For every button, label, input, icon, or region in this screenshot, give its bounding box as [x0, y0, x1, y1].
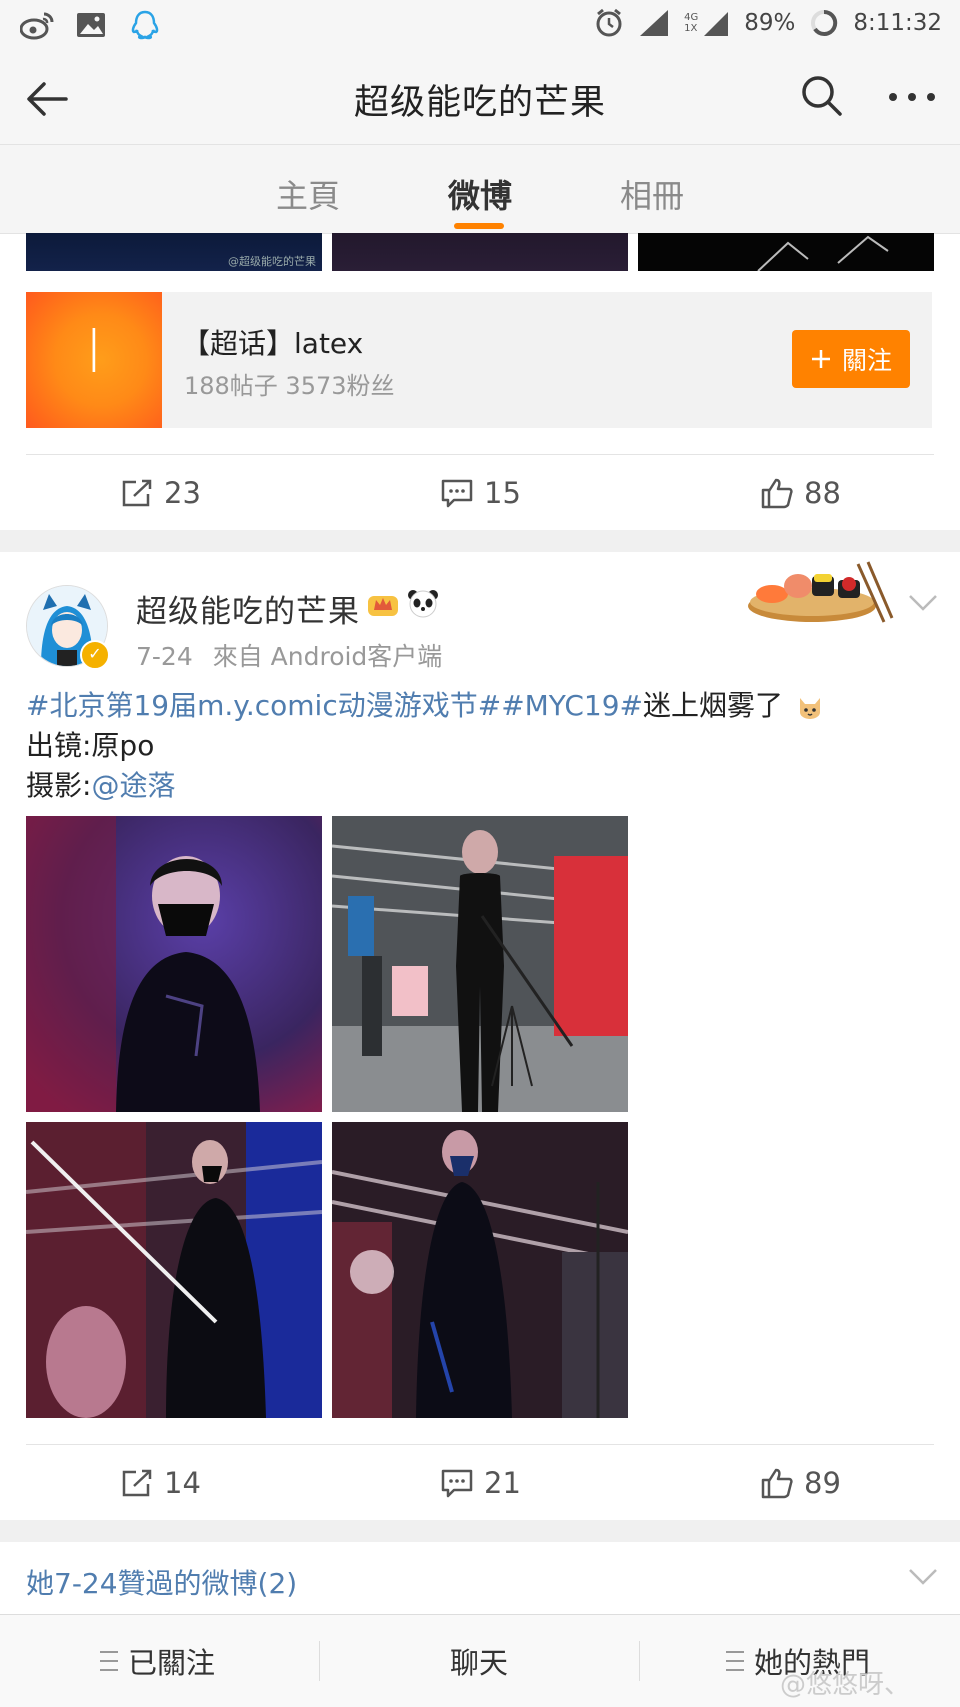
clock: 8:11:32 [853, 10, 942, 36]
profile-tabs: 主頁 微博 相冊 [0, 144, 960, 234]
photo-image [332, 816, 628, 1112]
active-tab-indicator [454, 223, 504, 229]
thumbs-up-icon [761, 478, 793, 509]
post-photo[interactable] [26, 1122, 322, 1418]
post-date: 7-24 [136, 642, 193, 671]
supertopic-name: 【超话】latex [182, 327, 364, 360]
hashtag-link[interactable]: #北京第19届m.y.comic动漫游戏节# [26, 689, 501, 722]
signal-icon [640, 10, 669, 36]
plus-icon [811, 350, 830, 368]
network-type-label: 4G [684, 12, 699, 23]
mention-link[interactable]: @途落 [91, 769, 175, 802]
weibo-icon [20, 12, 54, 40]
post-photo[interactable] [332, 1122, 628, 1418]
comment-button[interactable]: 15 [440, 458, 521, 528]
comment-icon [441, 479, 473, 508]
author-badges [366, 588, 440, 618]
feed-separator [0, 1520, 960, 1542]
repost-count: 14 [164, 1466, 201, 1500]
verified-badge-icon: ✓ [80, 640, 110, 670]
image-content [757, 235, 889, 272]
post-author-name[interactable]: 超级能吃的芒果 [136, 586, 360, 631]
post-image-thumbnail[interactable]: @超级能吃的芒果 [26, 233, 322, 271]
cat-emoji-icon [799, 698, 820, 719]
gallery-icon [77, 13, 105, 37]
photo-image [26, 1122, 322, 1418]
more-options-icon[interactable] [886, 90, 938, 104]
divider [26, 1444, 934, 1445]
post-meta: 7-24 來自 Android客户端 [136, 637, 442, 673]
post-image-thumbnail[interactable] [332, 233, 628, 271]
sushi-decoration-icon [748, 561, 894, 623]
qq-icon [131, 10, 159, 40]
post-source: 來自 Android客户端 [212, 642, 443, 671]
chat-button[interactable]: 聊天 [450, 1615, 508, 1707]
repost-button[interactable]: 23 [120, 458, 201, 528]
battery-percent: 89% [744, 10, 796, 36]
follow-button[interactable]: 關注 [792, 330, 910, 388]
chat-label: 聊天 [450, 1646, 509, 1680]
menu-icon [100, 1651, 118, 1671]
supertopic-card[interactable]: l 【超话】latex 188帖子 3573粉丝 關注 [26, 292, 932, 428]
repost-icon [122, 479, 152, 507]
feed-separator [0, 530, 960, 552]
post-actions: 14 21 89 [0, 1448, 960, 1518]
post-text-tail: 迷上烟雾了 [643, 689, 784, 722]
watermark: @悠悠呀、 [780, 1670, 911, 1700]
divider [319, 1641, 320, 1681]
signal-icon-2 [704, 12, 729, 36]
image-watermark: @超级能吃的芒果 [228, 255, 316, 268]
divider [26, 454, 934, 455]
post-text-line: 摄影:@途落 [26, 769, 176, 802]
divider [639, 1641, 640, 1681]
post-image-thumbnail[interactable] [638, 233, 934, 272]
follow-button-label: 關注 [841, 346, 892, 375]
alarm-icon [596, 8, 622, 37]
status-bar: 4G 1X 89% 8:11:32 [0, 0, 960, 52]
comment-count: 21 [484, 1466, 521, 1500]
menu-icon [726, 1651, 744, 1671]
tab-home[interactable]: 主頁 [276, 171, 340, 217]
post-actions: 23 15 88 [0, 458, 960, 528]
following-label: 已關注 [128, 1646, 216, 1680]
photo-image [332, 1122, 628, 1418]
search-icon[interactable] [798, 72, 844, 118]
repost-button[interactable]: 14 [120, 1448, 201, 1518]
tab-weibo[interactable]: 微博 [448, 171, 512, 217]
supertopic-stats: 188帖子 3573粉丝 [184, 372, 395, 400]
hashtag-link[interactable]: #MYC19# [501, 689, 643, 722]
supertopic-logo: l [26, 292, 162, 428]
chevron-down-icon[interactable] [908, 1568, 938, 1586]
like-button[interactable]: 89 [760, 1448, 841, 1518]
thumbs-up-icon [761, 1468, 793, 1499]
nav-bar: 超级能吃的芒果 [0, 52, 960, 144]
photo-image [26, 816, 322, 1112]
post-text: #北京第19届m.y.comic动漫游戏节##MYC19#迷上烟雾了 出镜:原p… [26, 686, 824, 806]
comment-button[interactable]: 21 [440, 1448, 521, 1518]
network-type-label-2: 1X [684, 23, 698, 34]
tab-album[interactable]: 相冊 [620, 171, 684, 217]
repost-icon [122, 1469, 152, 1497]
battery-icon [811, 9, 838, 36]
like-button[interactable]: 88 [760, 458, 841, 528]
post-text-line: #北京第19届m.y.comic动漫游戏节##MYC19#迷上烟雾了 [26, 686, 824, 726]
post-photo[interactable] [26, 816, 322, 1112]
post-text-line: 出镜:原po [26, 729, 155, 762]
comment-icon [441, 1469, 473, 1498]
repost-count: 23 [164, 476, 201, 510]
liked-posts-link[interactable]: 她7-24贊過的微博(2) [26, 1562, 297, 1602]
like-count: 88 [804, 476, 841, 510]
following-button[interactable]: 已關注 [100, 1615, 215, 1707]
panda-icon[interactable] [406, 588, 440, 618]
crown-badge-icon[interactable] [366, 588, 400, 618]
like-count: 89 [804, 1466, 841, 1500]
comment-count: 15 [484, 476, 521, 510]
chevron-down-icon[interactable] [908, 594, 938, 612]
post-photo[interactable] [332, 816, 628, 1112]
